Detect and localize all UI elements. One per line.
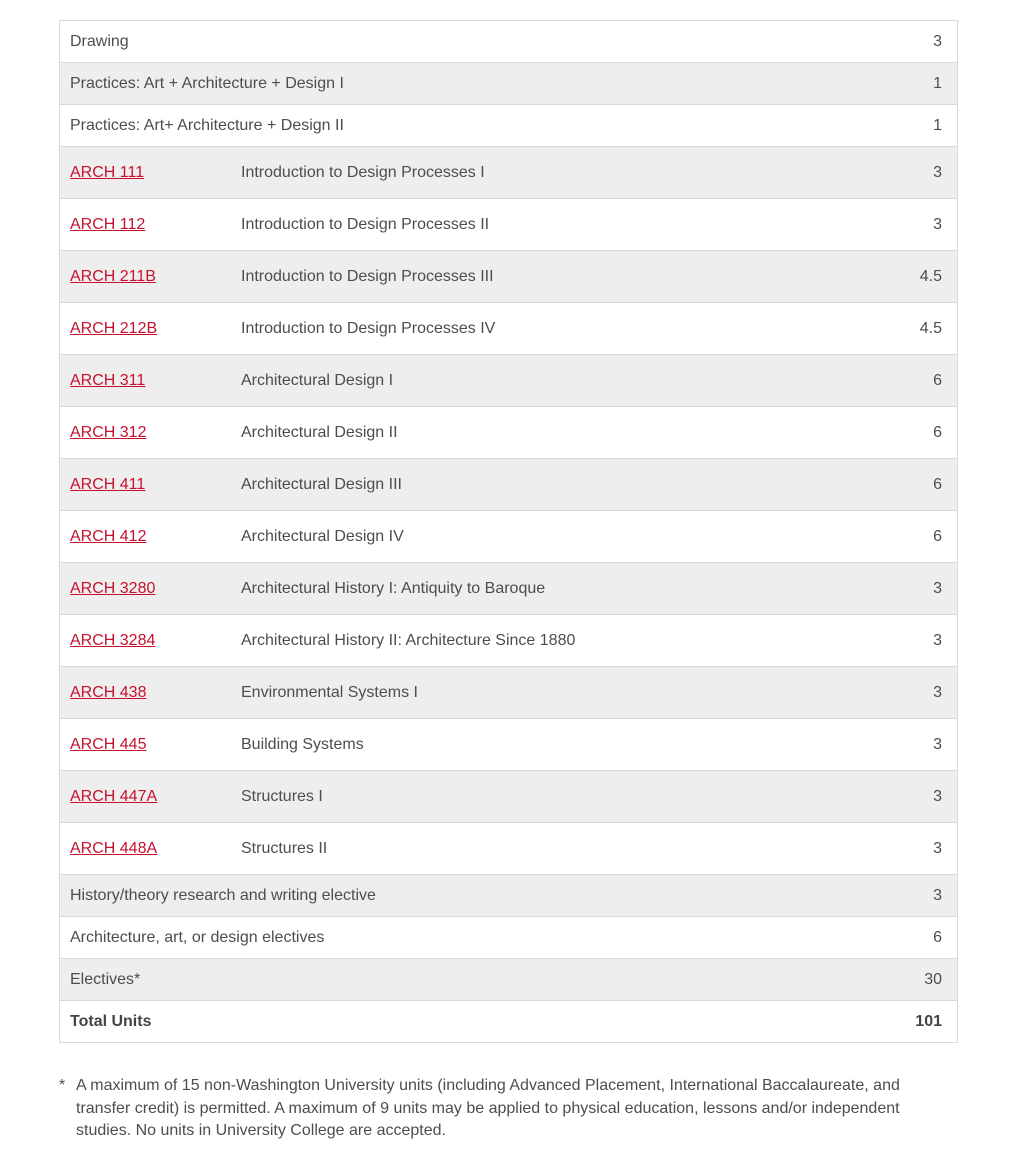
- course-title: Introduction to Design Processes I: [241, 163, 485, 181]
- units-value: 3: [933, 631, 942, 649]
- course-code-link[interactable]: ARCH 111: [70, 164, 144, 181]
- course-title: Structures I: [241, 787, 323, 805]
- units-value: 3: [933, 683, 942, 701]
- course-code-link[interactable]: ARCH 412: [70, 528, 146, 545]
- course-row: ARCH 3280 Architectural History I: Antiqu…: [59, 562, 958, 615]
- units-value: 6: [933, 928, 942, 946]
- course-row: ARCH 412 Architectural Design IV 6: [59, 510, 958, 563]
- course-code-link[interactable]: ARCH 438: [70, 684, 146, 701]
- course-row: ARCH 211B Introduction to Design Processe…: [59, 250, 958, 303]
- units-value: 3: [933, 163, 942, 181]
- course-title: Architectural History II: Architecture S…: [241, 631, 576, 649]
- units-value: 3: [933, 579, 942, 597]
- course-row: ARCH 111 Introduction to Design Processes…: [59, 146, 958, 199]
- course-title: Architectural Design I: [241, 371, 394, 389]
- course-code-cell: ARCH 112: [60, 199, 232, 251]
- requirement-title: Electives*: [70, 970, 141, 988]
- course-code-link[interactable]: ARCH 411: [70, 476, 145, 493]
- units-value: 3: [933, 886, 942, 904]
- course-row: ARCH 445 Building Systems 3: [59, 718, 958, 771]
- course-code-link[interactable]: ARCH 311: [70, 372, 145, 389]
- requirement-row: Electives* 30: [59, 958, 958, 1001]
- course-row: ARCH 311 Architectural Design I 6: [59, 354, 958, 407]
- course-title: Introduction to Design Processes IV: [241, 319, 496, 337]
- course-code-cell: ARCH 311: [60, 355, 232, 407]
- course-row: ARCH 312 Architectural Design II 6: [59, 406, 958, 459]
- course-table-body: Drawing 3 Practices: Art + Architecture + …: [59, 20, 958, 1043]
- course-title: Structures II: [241, 839, 328, 857]
- course-title: Building Systems: [241, 735, 364, 753]
- course-code-cell: ARCH 438: [60, 667, 232, 719]
- course-code-cell: ARCH 447A: [60, 771, 232, 823]
- course-code-cell: ARCH 3280: [60, 563, 232, 615]
- course-row: ARCH 448A Structures II 3: [59, 822, 958, 875]
- units-value: 1: [933, 116, 942, 134]
- course-title: Introduction to Design Processes II: [241, 215, 490, 233]
- total-label: Total Units: [70, 1012, 152, 1030]
- course-code-cell: ARCH 411: [60, 459, 232, 511]
- course-title: Architectural History I: Antiquity to Ba…: [241, 579, 546, 597]
- units-value: 3: [933, 839, 942, 857]
- course-title: Architectural Design III: [241, 475, 402, 493]
- course-code-link[interactable]: ARCH 312: [70, 424, 146, 441]
- course-code-cell: ARCH 212B: [60, 303, 232, 355]
- course-title: Introduction to Design Processes III: [241, 267, 494, 285]
- course-row: ARCH 438 Environmental Systems I 3: [59, 666, 958, 719]
- units-value: 1: [933, 74, 942, 92]
- course-code-cell: ARCH 448A: [60, 823, 232, 875]
- course-title: Environmental Systems I: [241, 683, 418, 701]
- units-value: 4.5: [919, 267, 942, 285]
- footnote-text: A maximum of 15 non-Washington Universit…: [76, 1077, 900, 1139]
- requirement-title: Practices: Art+ Architecture + Design II: [70, 116, 344, 134]
- course-row: ARCH 411 Architectural Design III 6: [59, 458, 958, 511]
- units-value: 6: [933, 475, 942, 493]
- requirement-title: Practices: Art + Architecture + Design I: [70, 74, 344, 92]
- course-code-cell: ARCH 211B: [60, 251, 232, 303]
- course-code-link[interactable]: ARCH 3280: [70, 580, 155, 597]
- units-value: 3: [933, 32, 942, 50]
- course-row: ARCH 212B Introduction to Design Processe…: [59, 302, 958, 355]
- requirement-row: Architecture, art, or design electives 6: [59, 916, 958, 959]
- footnote: * A maximum of 15 non-Washington Univers…: [59, 1075, 949, 1143]
- course-code-link[interactable]: ARCH 447A: [70, 788, 157, 805]
- units-value: 30: [924, 970, 942, 988]
- units-value: 3: [933, 215, 942, 233]
- course-requirements: Drawing 3 Practices: Art + Architecture + …: [59, 20, 958, 1043]
- requirement-title: History/theory research and writing elec…: [70, 886, 376, 904]
- requirement-row: Practices: Art+ Architecture + Design II…: [59, 104, 958, 147]
- course-code-link[interactable]: ARCH 211B: [70, 268, 156, 285]
- requirement-row: Practices: Art + Architecture + Design I…: [59, 62, 958, 105]
- requirement-row: Drawing 3: [59, 20, 958, 63]
- course-code-link[interactable]: ARCH 212B: [70, 320, 157, 337]
- total-units-value: 101: [915, 1012, 942, 1030]
- course-code-link[interactable]: ARCH 3284: [70, 632, 155, 649]
- course-row: ARCH 3284 Architectural History II: Archi…: [59, 614, 958, 667]
- units-value: 3: [933, 787, 942, 805]
- units-value: 3: [933, 735, 942, 753]
- requirement-row: History/theory research and writing elec…: [59, 874, 958, 917]
- course-table: Drawing 3 Practices: Art + Architecture + …: [59, 20, 958, 1043]
- course-title: Architectural Design II: [241, 423, 398, 441]
- units-value: 6: [933, 527, 942, 545]
- course-code-cell: ARCH 312: [60, 407, 232, 459]
- course-row: ARCH 447A Structures I 3: [59, 770, 958, 823]
- requirement-title: Architecture, art, or design electives: [70, 928, 325, 946]
- total-row: Total Units 101: [59, 1000, 958, 1043]
- course-code-link[interactable]: ARCH 112: [70, 216, 145, 233]
- course-code-cell: ARCH 3284: [60, 615, 232, 667]
- units-value: 6: [933, 423, 942, 441]
- course-code-cell: ARCH 111: [60, 147, 232, 199]
- course-code-link[interactable]: ARCH 448A: [70, 840, 157, 857]
- course-code-link[interactable]: ARCH 445: [70, 736, 146, 753]
- course-title: Architectural Design IV: [241, 527, 404, 545]
- requirement-title: Drawing: [70, 32, 129, 50]
- course-code-cell: ARCH 445: [60, 719, 232, 771]
- course-code-cell: ARCH 412: [60, 511, 232, 563]
- footnote-mark: *: [59, 1077, 66, 1094]
- units-value: 6: [933, 371, 942, 389]
- course-row: ARCH 112 Introduction to Design Processes…: [59, 198, 958, 251]
- units-value: 4.5: [919, 319, 942, 337]
